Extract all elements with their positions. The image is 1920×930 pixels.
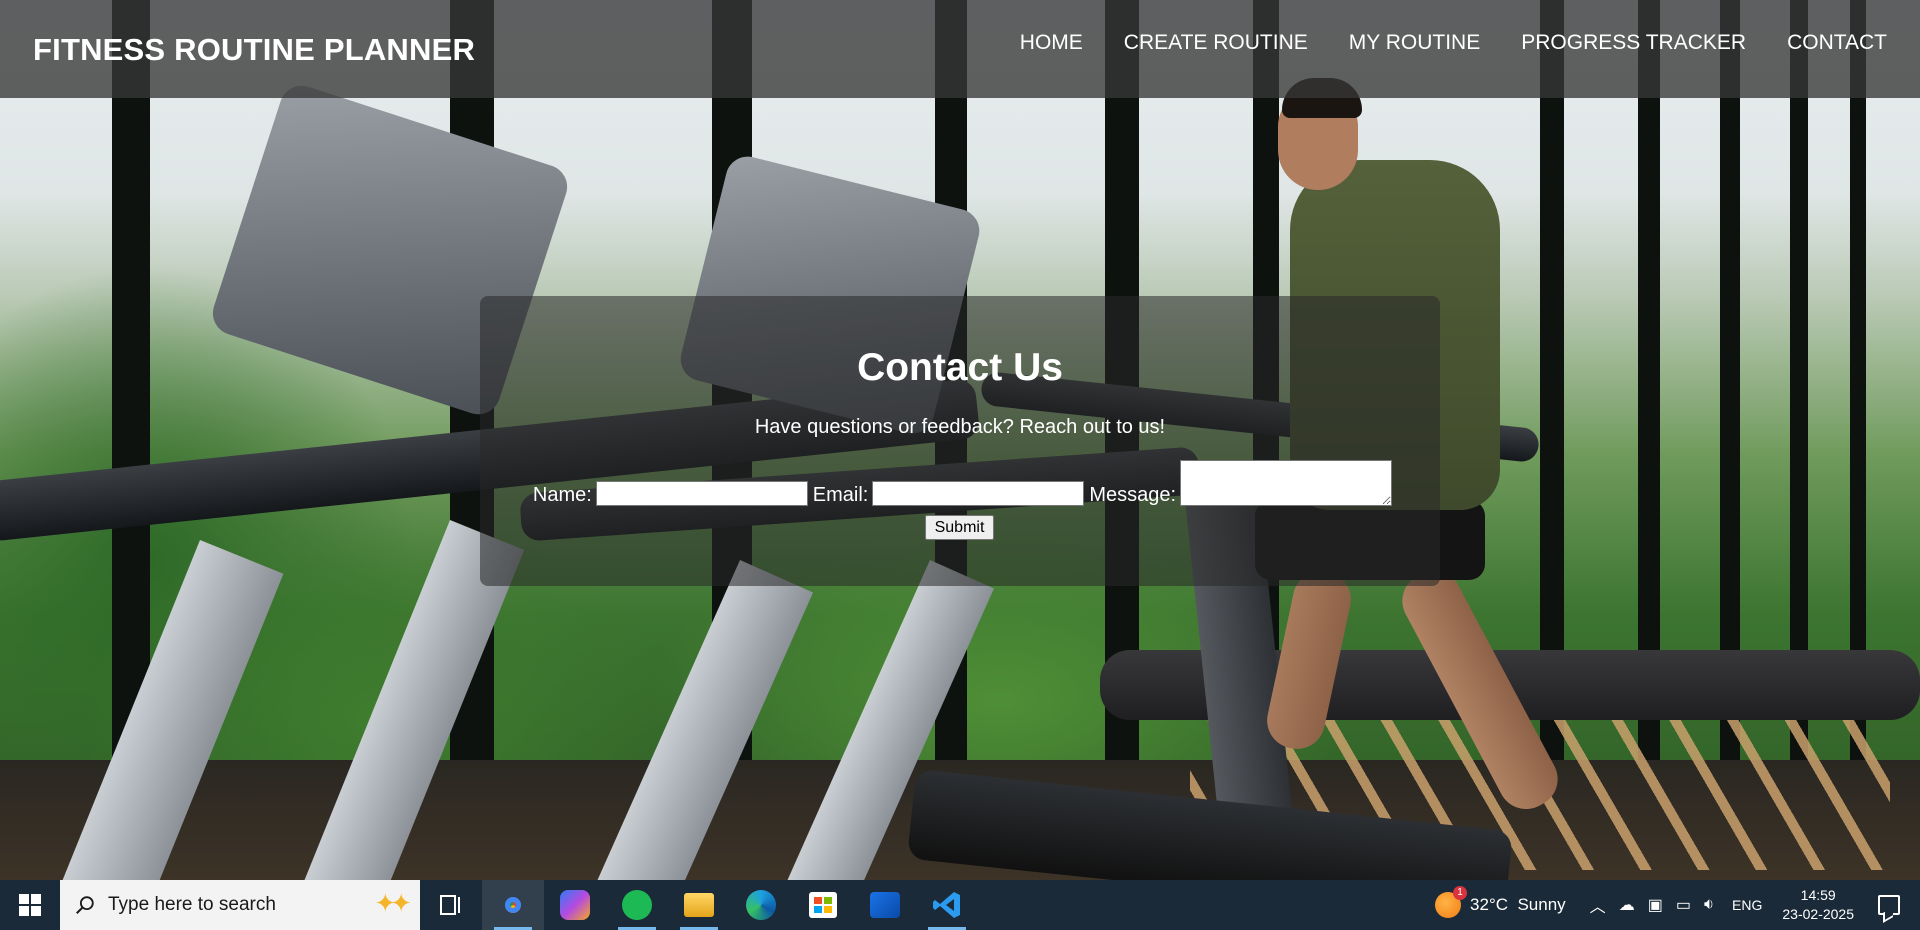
file-explorer-icon [684,893,714,917]
task-view-icon [440,895,460,915]
windows-logo-icon [19,894,41,916]
nav-create-routine[interactable]: CREATE ROUTINE [1124,31,1308,55]
nav-home[interactable]: HOME [1020,31,1083,55]
onedrive-cloud-icon[interactable]: ☁ [1619,895,1635,915]
contact-section: Contact Us Have questions or feedback? R… [480,296,1440,586]
nav-my-routine[interactable]: MY ROUTINE [1349,31,1480,55]
contact-title: Contact Us [857,346,1063,389]
outlook-icon [870,892,900,918]
nav-contact[interactable]: CONTACT [1787,31,1887,55]
taskbar-app-copilot[interactable] [544,880,606,930]
copilot-sparkle-icon: ✦✦ [374,888,411,918]
main-nav: HOME CREATE ROUTINE MY ROUTINE PROGRESS … [1020,31,1887,55]
taskbar-search-box[interactable]: Type here to search ✦✦ [60,880,420,930]
copilot-icon [560,890,590,920]
clock-time: 14:59 [1800,887,1836,903]
email-input[interactable] [872,481,1085,506]
search-icon [76,896,94,914]
message-textarea[interactable] [1180,460,1393,506]
message-label: Message: [1089,484,1177,506]
weather-text: 32°C Sunny [1470,895,1566,914]
microsoft-store-icon [809,892,837,918]
weather-widget[interactable]: 1 32°C Sunny [1435,886,1566,918]
start-button[interactable] [0,880,60,930]
site-brand[interactable]: FITNESS ROUTINE PLANNER [33,32,475,68]
notification-center-icon[interactable] [1878,895,1900,915]
taskbar-clock[interactable]: 14:59 23-02-2025 [1782,886,1854,924]
taskbar-app-outlook[interactable] [854,880,916,930]
meet-now-icon[interactable]: ▣ [1648,895,1663,915]
task-view-button[interactable] [420,880,482,930]
tray-icons: ︿ ☁ ▣ ▭ 🔉︎ [1590,893,1714,917]
chevron-up-icon[interactable]: ︿ [1590,893,1606,917]
site-header: FITNESS ROUTINE PLANNER HOME CREATE ROUT… [0,0,1920,98]
chrome-icon [498,890,528,920]
taskbar-app-spotify[interactable] [606,880,668,930]
system-tray: 1 32°C Sunny ︿ ☁ ▣ ▭ 🔉︎ ENG 14:59 23-02-… [1435,880,1920,930]
volume-icon[interactable]: 🔉︎ [1704,896,1714,914]
edge-icon [746,890,776,920]
battery-icon[interactable]: ▭ [1676,895,1691,915]
clock-date: 23-02-2025 [1782,906,1854,922]
taskbar-app-file-explorer[interactable] [668,880,730,930]
email-label: Email: [812,484,869,506]
taskbar-app-vscode[interactable] [916,880,978,930]
weather-sun-icon: 1 [1435,886,1468,918]
windows-taskbar: Type here to search ✦✦ 1 32°C Sunny ︿ ☁ … [0,880,1920,930]
contact-form: Name: Email: Message: [480,460,1440,506]
name-input[interactable] [595,481,808,506]
nav-progress-tracker[interactable]: PROGRESS TRACKER [1521,31,1746,55]
weather-badge: 1 [1453,886,1468,900]
vscode-icon [933,892,960,918]
language-indicator[interactable]: ENG [1732,897,1762,913]
spotify-icon [622,890,652,920]
taskbar-app-chrome[interactable] [482,880,544,930]
submit-button[interactable]: Submit [925,515,994,540]
search-placeholder: Type here to search [108,894,276,915]
name-label: Name: [532,484,592,506]
taskbar-app-store[interactable] [792,880,854,930]
taskbar-app-edge[interactable] [730,880,792,930]
contact-subtitle: Have questions or feedback? Reach out to… [754,416,1166,438]
